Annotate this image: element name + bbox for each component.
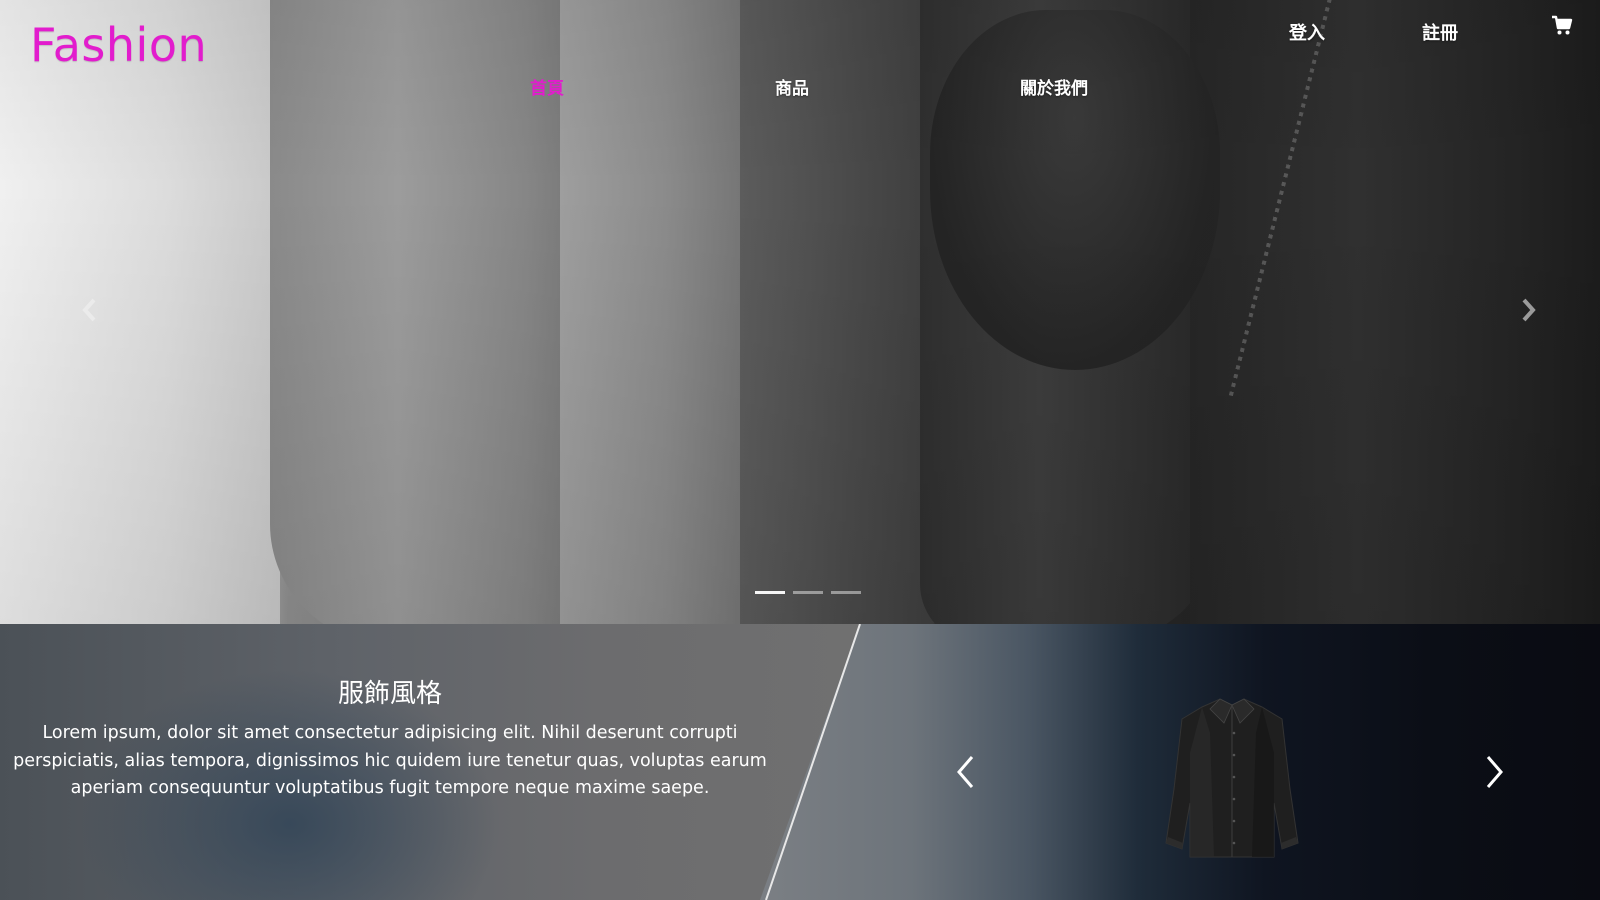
nav-products[interactable]: 商品 bbox=[775, 74, 809, 99]
product-prev-button[interactable] bbox=[955, 754, 977, 790]
carousel-indicator-3[interactable] bbox=[831, 591, 861, 594]
nav-home[interactable]: 首頁 bbox=[530, 74, 564, 99]
chevron-left-icon bbox=[82, 298, 96, 322]
carousel-indicator-1[interactable] bbox=[755, 591, 785, 594]
product-next-button[interactable] bbox=[1483, 754, 1505, 790]
cart-button[interactable] bbox=[1550, 14, 1574, 38]
carousel-indicators bbox=[755, 591, 861, 595]
chevron-right-icon bbox=[1522, 298, 1536, 322]
hero-prev-button[interactable] bbox=[78, 295, 102, 325]
chevron-left-icon bbox=[957, 756, 974, 788]
chevron-right-icon bbox=[1486, 756, 1503, 788]
section-description: Lorem ipsum, dolor sit amet consectetur … bbox=[13, 723, 767, 798]
register-link[interactable]: 註冊 bbox=[1422, 19, 1458, 45]
hero-next-button[interactable] bbox=[1516, 295, 1540, 325]
brand-logo[interactable]: Fashion bbox=[30, 18, 207, 72]
section-title: 服飾風格 bbox=[337, 679, 442, 709]
nav-about-us[interactable]: 關於我們 bbox=[1020, 74, 1088, 99]
black-shirt-image[interactable] bbox=[1162, 693, 1302, 863]
login-link[interactable]: 登入 bbox=[1289, 19, 1325, 45]
carousel-indicator-2[interactable] bbox=[793, 591, 823, 594]
shopping-cart-icon bbox=[1552, 15, 1573, 35]
